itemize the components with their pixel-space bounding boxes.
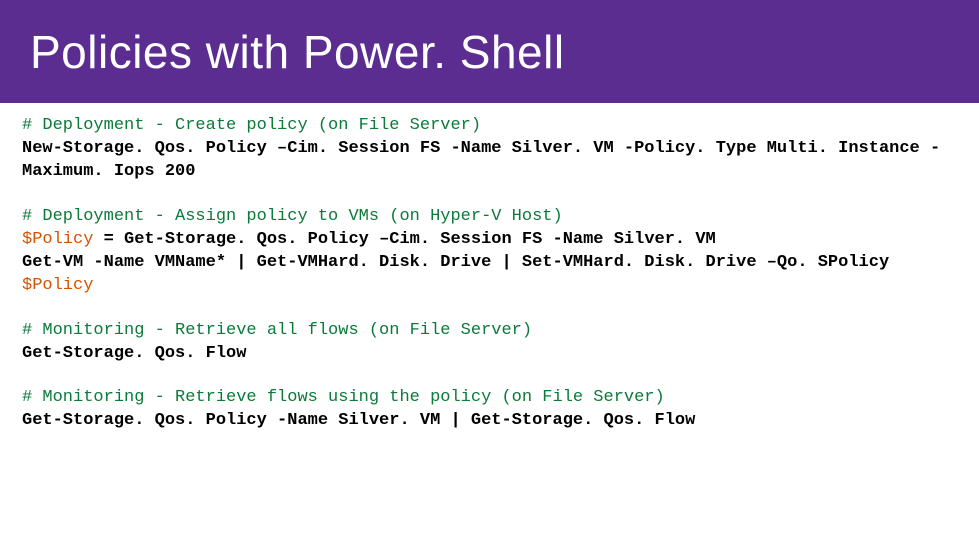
command-text: Get-VM -Name VMName* | Get-VMHard. Disk.…	[22, 253, 899, 272]
code-line: Get-VM -Name VMName* | Get-VMHard. Disk.…	[22, 252, 957, 298]
code-line: $Policy = Get-Storage. Qos. Policy –Cim.…	[22, 229, 957, 252]
code-line: Get-Storage. Qos. Flow	[22, 343, 957, 366]
comment-line: # Monitoring - Retrieve all flows (on Fi…	[22, 320, 957, 343]
code-block-4: # Monitoring - Retrieve flows using the …	[22, 387, 957, 433]
code-block-3: # Monitoring - Retrieve all flows (on Fi…	[22, 320, 957, 366]
code-content: # Deployment - Create policy (on File Se…	[0, 103, 979, 467]
command-text: Get-Storage. Qos. Policy -Name Silver. V…	[22, 411, 695, 430]
variable-text: $Policy	[22, 276, 93, 295]
slide-header: Policies with Power. Shell	[0, 0, 979, 103]
comment-line: # Deployment - Assign policy to VMs (on …	[22, 206, 957, 229]
code-block-2: # Deployment - Assign policy to VMs (on …	[22, 206, 957, 298]
command-text: New-Storage. Qos. Policy –Cim. Session F…	[22, 139, 940, 181]
slide-title: Policies with Power. Shell	[30, 25, 565, 79]
code-block-1: # Deployment - Create policy (on File Se…	[22, 115, 957, 184]
comment-line: # Deployment - Create policy (on File Se…	[22, 115, 957, 138]
command-text: = Get-Storage. Qos. Policy –Cim. Session…	[104, 230, 716, 249]
code-line: Get-Storage. Qos. Policy -Name Silver. V…	[22, 410, 957, 433]
code-line: New-Storage. Qos. Policy –Cim. Session F…	[22, 138, 957, 184]
comment-line: # Monitoring - Retrieve flows using the …	[22, 387, 957, 410]
command-text: Get-Storage. Qos. Flow	[22, 344, 246, 363]
variable-text: $Policy	[22, 230, 104, 249]
